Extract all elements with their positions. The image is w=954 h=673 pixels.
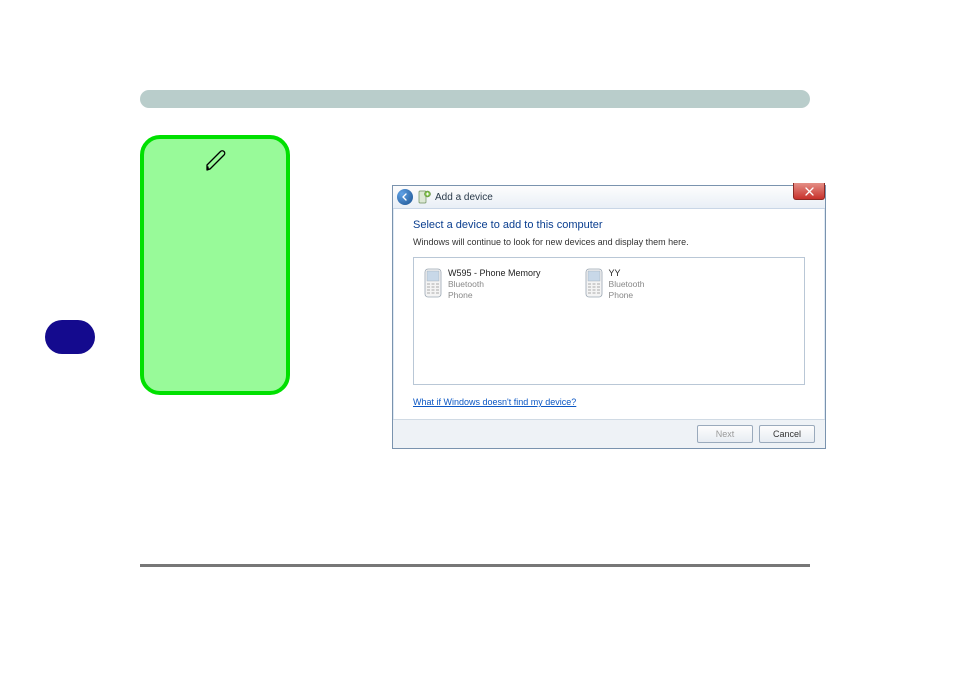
device-list: W595 - Phone Memory Bluetooth Phone YY B… bbox=[413, 257, 805, 385]
device-type: Bluetooth bbox=[609, 279, 645, 290]
device-name: W595 - Phone Memory bbox=[448, 268, 541, 279]
device-type: Bluetooth bbox=[448, 279, 541, 290]
device-category: Phone bbox=[448, 290, 541, 301]
close-icon bbox=[805, 187, 814, 196]
next-button[interactable]: Next bbox=[697, 425, 753, 443]
dialog-footer: Next Cancel bbox=[393, 419, 825, 448]
arrow-left-icon bbox=[401, 193, 409, 201]
device-wizard-icon bbox=[417, 190, 431, 204]
pen-icon bbox=[204, 149, 228, 173]
back-button[interactable] bbox=[397, 189, 413, 205]
dialog-subtext: Windows will continue to look for new de… bbox=[413, 237, 805, 247]
phone-icon bbox=[424, 268, 442, 298]
device-item-1[interactable]: YY Bluetooth Phone bbox=[583, 266, 647, 376]
help-link[interactable]: What if Windows doesn't find my device? bbox=[413, 397, 576, 407]
add-device-dialog: Add a device Select a device to add to t… bbox=[392, 185, 826, 449]
device-info: W595 - Phone Memory Bluetooth Phone bbox=[448, 268, 541, 374]
device-category: Phone bbox=[609, 290, 645, 301]
footer-rule bbox=[140, 564, 810, 567]
header-bar bbox=[140, 90, 810, 108]
close-button[interactable] bbox=[793, 183, 825, 200]
note-panel bbox=[140, 135, 290, 395]
side-tab bbox=[45, 320, 95, 354]
device-info: YY Bluetooth Phone bbox=[609, 268, 645, 374]
dialog-heading: Select a device to add to this computer bbox=[413, 219, 805, 231]
dialog-titlebar: Add a device bbox=[393, 186, 825, 209]
dialog-title: Add a device bbox=[435, 192, 493, 203]
dialog-body: Select a device to add to this computer … bbox=[393, 209, 825, 408]
cancel-button[interactable]: Cancel bbox=[759, 425, 815, 443]
device-name: YY bbox=[609, 268, 645, 279]
phone-icon bbox=[585, 268, 603, 298]
device-item-0[interactable]: W595 - Phone Memory Bluetooth Phone bbox=[422, 266, 543, 376]
